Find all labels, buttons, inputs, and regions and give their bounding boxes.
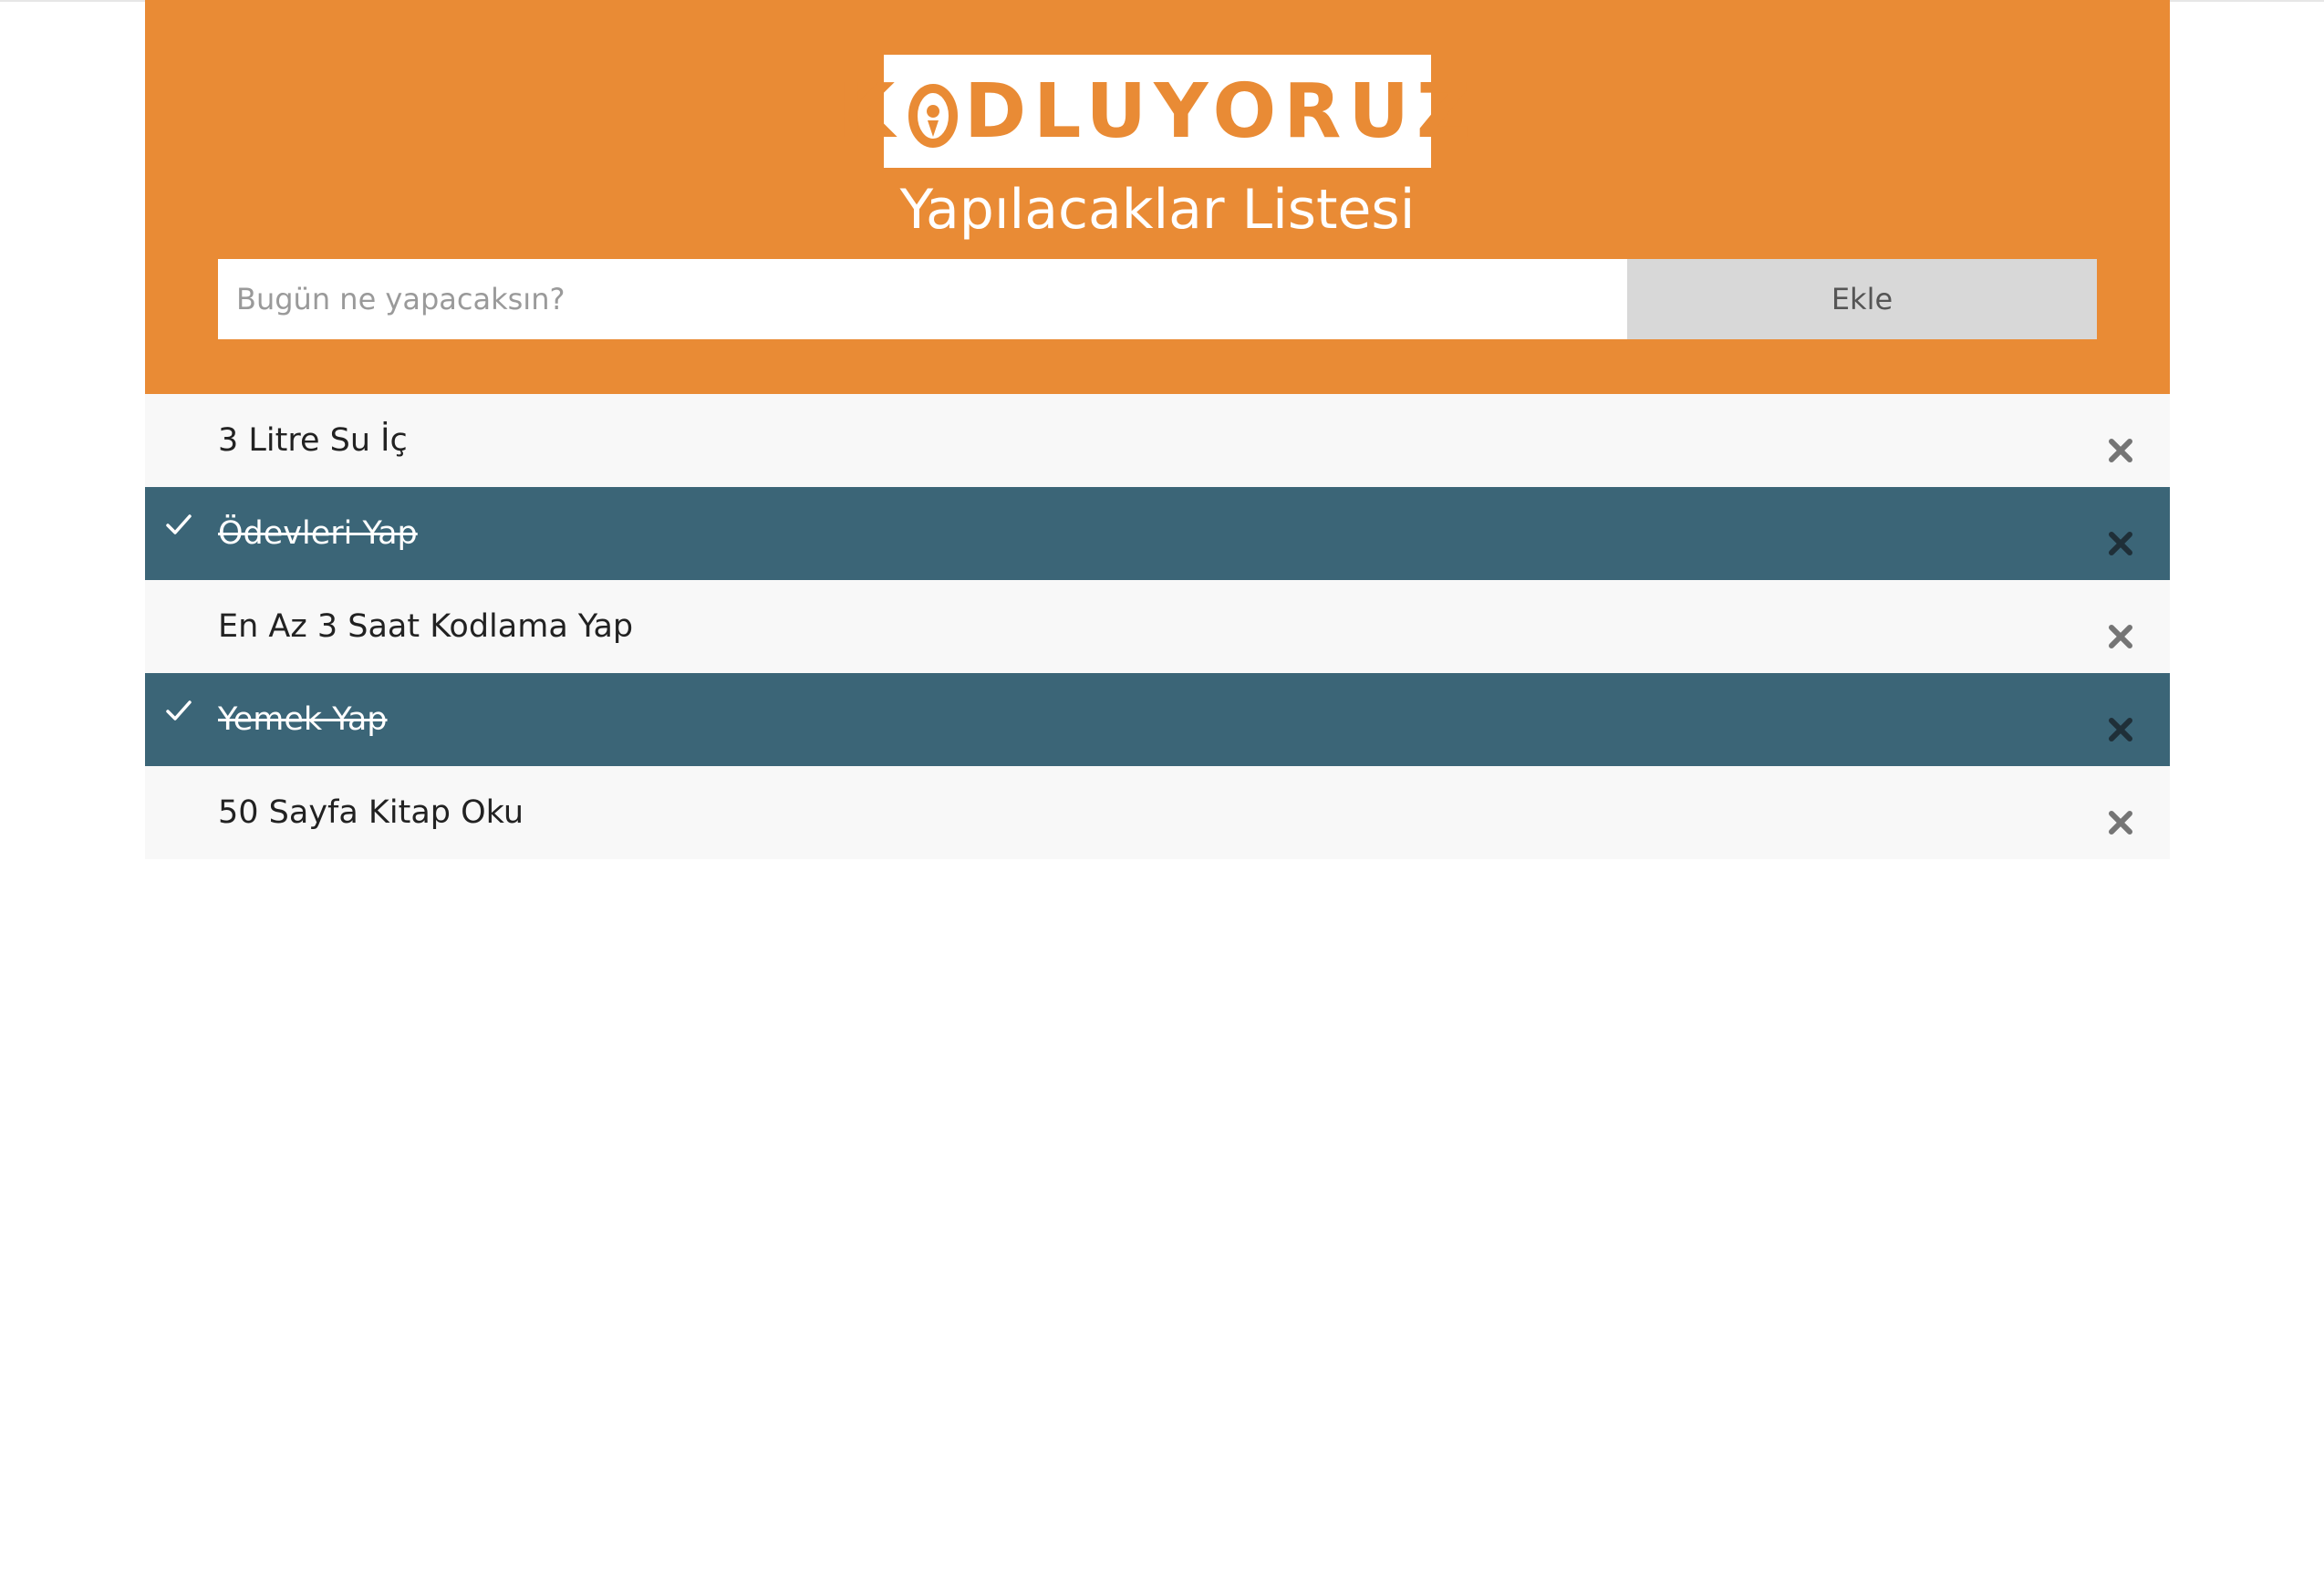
todo-item[interactable]: 3 Litre Su İç bbox=[145, 394, 2170, 487]
add-todo-form: Ekle bbox=[218, 259, 2097, 339]
app-container: K DLUYORUZ Yapılacaklar Listesi Ekle 3 L… bbox=[145, 0, 2170, 859]
header: K DLUYORUZ Yapılacaklar Listesi Ekle bbox=[145, 0, 2170, 394]
logo-letter-k: K bbox=[836, 67, 903, 155]
close-icon[interactable] bbox=[2108, 438, 2133, 463]
todo-list: 3 Litre Su İç Ödevleri Yap En Az 3 Saat Ko… bbox=[145, 394, 2170, 859]
todo-item-text: 3 Litre Su İç bbox=[218, 422, 408, 459]
logo-o-mark bbox=[908, 79, 959, 148]
todo-item-text: Ödevleri Yap bbox=[218, 515, 418, 552]
close-icon[interactable] bbox=[2108, 810, 2133, 835]
todo-item-text: En Az 3 Saat Kodlama Yap bbox=[218, 608, 634, 645]
close-icon[interactable] bbox=[2108, 531, 2133, 556]
close-icon[interactable] bbox=[2108, 717, 2133, 742]
todo-item[interactable]: 50 Sayfa Kitap Oku bbox=[145, 766, 2170, 859]
todo-item-text: 50 Sayfa Kitap Oku bbox=[218, 794, 524, 831]
check-icon bbox=[166, 700, 192, 721]
page-title: Yapılacaklar Listesi bbox=[899, 178, 1416, 242]
todo-item-text: Yemek Yap bbox=[218, 701, 388, 738]
logo-letters: DLUYORUZ bbox=[964, 67, 1478, 155]
close-icon[interactable] bbox=[2108, 624, 2133, 649]
todo-item[interactable]: Ödevleri Yap bbox=[145, 487, 2170, 580]
logo-text: K DLUYORUZ bbox=[837, 68, 1478, 155]
logo: K DLUYORUZ bbox=[837, 55, 1470, 168]
check-icon bbox=[166, 514, 192, 534]
add-button[interactable]: Ekle bbox=[1627, 259, 2097, 339]
todo-input[interactable] bbox=[218, 259, 1627, 339]
todo-item[interactable]: En Az 3 Saat Kodlama Yap bbox=[145, 580, 2170, 673]
todo-item[interactable]: Yemek Yap bbox=[145, 673, 2170, 766]
